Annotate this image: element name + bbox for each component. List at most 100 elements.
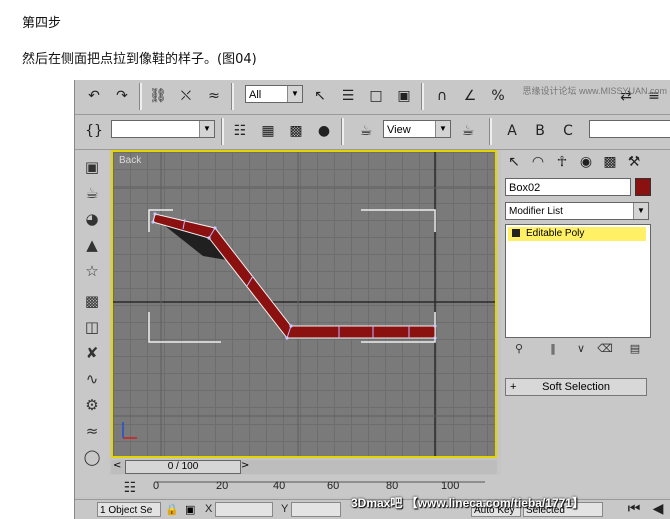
schematic-view-icon[interactable]: ▩ [285, 120, 307, 142]
left-tool-column: ▣ ☕ ◕ ▲ ☆ ▩ ◫ ✘ ∿ ⚙ ≈ ◯ [75, 150, 109, 495]
time-slider[interactable]: 0 / 100 [125, 460, 241, 474]
go-to-start-icon[interactable]: ⏮ [623, 498, 645, 519]
plane-tool-icon[interactable]: ▩ [81, 290, 103, 312]
capsule-tool-icon[interactable]: ✘ [81, 342, 103, 364]
angle-snap-icon[interactable]: ∠ [459, 85, 481, 107]
tick-label: 0 [153, 480, 160, 492]
viewport-canvas [113, 152, 495, 456]
region-select-icon[interactable]: □ [365, 85, 387, 107]
previous-frame-icon[interactable]: ◀ [647, 498, 669, 519]
tick-label: 60 [327, 480, 340, 492]
snap-toggle-icon[interactable]: ∩ [431, 85, 453, 107]
main-toolbar: ↶ ↷ ⛓ ⛌ ≈ All ▼ ↖ ☰ □ ▣ ∩ ∠ % ⇄ ≡ 思缘设计论坛… [75, 80, 670, 115]
modifier-stack: Editable Poly [505, 224, 651, 338]
configure-sets-icon[interactable]: ▤ [627, 342, 643, 358]
toolbar-divider [139, 83, 142, 110]
secondary-toolbar: {} ▼ ☷ ▦ ▩ ● ☕ View ▼ ☕ A B C [75, 115, 670, 150]
reference-coordinate-dropdown[interactable]: View ▼ [383, 120, 451, 138]
soft-selection-rollout[interactable]: + Soft Selection [505, 378, 647, 396]
step-description: 然后在侧面把点拉到像鞋的样子。(图04) [22, 52, 257, 67]
credit-watermark: 3Dmax吧 【www.lineca.com/tieba/1771】 [351, 496, 584, 510]
shoe-mesh [152, 213, 436, 339]
select-by-name-icon[interactable]: ☰ [337, 85, 359, 107]
expand-icon[interactable] [512, 229, 520, 238]
gear-icon[interactable]: ⚙ [81, 394, 103, 416]
create-tab-icon[interactable]: ↖ [503, 151, 525, 173]
particle-tool-icon[interactable]: ≈ [81, 420, 103, 442]
render-scene-icon[interactable]: ☕ [355, 120, 377, 142]
motion-tab-icon[interactable]: ◉ [575, 151, 597, 173]
x-label: X [205, 503, 213, 515]
ring-tool-icon[interactable]: ◯ [81, 446, 103, 468]
modifier-list-label: Modifier List [509, 206, 563, 217]
remove-modifier-icon[interactable]: ⌫ [597, 342, 613, 358]
plus-icon: + [510, 381, 517, 393]
max-screenshot: ↶ ↷ ⛓ ⛌ ≈ All ▼ ↖ ☰ □ ▣ ∩ ∠ % ⇄ ≡ 思缘设计论坛… [74, 80, 670, 519]
y-field[interactable] [291, 502, 341, 517]
cylinder-tool-icon[interactable]: ◫ [81, 316, 103, 338]
slider-right-arrow[interactable]: > [241, 460, 249, 471]
quick-render-icon[interactable]: ☕ [457, 120, 479, 142]
teapot-tool-icon[interactable]: ☕ [81, 182, 103, 204]
x-field[interactable] [215, 502, 273, 517]
track-view-icon[interactable]: ▦ [257, 120, 279, 142]
pin-stack-icon[interactable]: ⚲ [511, 342, 527, 358]
utilities-tab-icon[interactable]: ⚒ [623, 151, 645, 173]
undo-icon[interactable]: ↶ [83, 85, 105, 107]
track-ruler [155, 481, 485, 483]
select-object-icon[interactable]: ↖ [309, 85, 331, 107]
bracket-bottom-left [148, 312, 221, 343]
command-panel-tabs: ↖ ◠ ☥ ◉ ▩ ⚒ [501, 150, 670, 174]
hierarchy-tab-icon[interactable]: ☥ [551, 151, 573, 173]
render-b-icon[interactable]: B [529, 120, 551, 142]
tick-label: 100 [441, 480, 460, 492]
toolbar-divider [489, 118, 492, 145]
toolbar-extra-field[interactable] [589, 120, 670, 138]
toolbar-divider [341, 118, 344, 145]
bracket-top-right [361, 209, 436, 232]
redo-icon[interactable]: ↷ [111, 85, 133, 107]
percent-snap-icon[interactable]: % [487, 85, 509, 107]
link-icon[interactable]: ⛓ [147, 85, 169, 107]
stack-item-editable-poly[interactable]: Editable Poly [508, 227, 646, 241]
tick-label: 80 [386, 480, 399, 492]
display-tab-icon[interactable]: ▩ [599, 151, 621, 173]
track-bar-icon[interactable]: ☷ [119, 477, 141, 499]
modify-tab-icon[interactable]: ◠ [527, 151, 549, 173]
keyboard-shortcut-icon[interactable]: {} [83, 120, 105, 142]
object-color-swatch[interactable] [635, 178, 651, 196]
layer-manager-icon[interactable]: ☷ [229, 120, 251, 142]
toolbar-divider [421, 83, 424, 110]
star-tool-icon[interactable]: ☆ [81, 260, 103, 282]
unlink-icon[interactable]: ⛌ [175, 85, 197, 107]
absolute-mode-icon[interactable]: ▣ [185, 503, 195, 516]
selection-filter-dropdown[interactable]: All ▼ [245, 85, 303, 103]
lock-icon[interactable]: 🔒 [165, 503, 179, 516]
tick-label: 40 [273, 480, 286, 492]
named-selection-dropdown[interactable]: ▼ [111, 120, 215, 138]
chevron-down-icon: ▼ [287, 86, 302, 102]
box-tool-icon[interactable]: ▣ [81, 156, 103, 178]
hose-tool-icon[interactable]: ∿ [81, 368, 103, 390]
back-viewport[interactable]: Back [111, 150, 497, 458]
render-a-icon[interactable]: A [501, 120, 523, 142]
object-name-field[interactable]: Box02 [505, 178, 631, 196]
chevron-down-icon: ▼ [633, 203, 648, 219]
command-panel: ↖ ◠ ☥ ◉ ▩ ⚒ Box02 Modifier List ▼ Editab… [501, 150, 670, 495]
make-unique-icon[interactable]: ∨ [573, 342, 589, 358]
slider-left-arrow[interactable]: < [113, 460, 121, 471]
cone-tool-icon[interactable]: ▲ [81, 234, 103, 256]
watermark: 思缘设计论坛 www.MISSYUAN.com [522, 86, 667, 96]
y-label: Y [281, 503, 289, 515]
render-c-icon[interactable]: C [557, 120, 579, 142]
bind-spacewarp-icon[interactable]: ≈ [203, 85, 225, 107]
toolbar-divider [221, 118, 224, 145]
stack-toolbar: ⚲ ‖ ∨ ⌫ ▤ [505, 340, 649, 360]
material-editor-icon[interactable]: ● [313, 120, 335, 142]
show-end-result-icon[interactable]: ‖ [545, 342, 561, 358]
toolbar-divider [231, 83, 234, 110]
sphere-tool-icon[interactable]: ◕ [81, 208, 103, 230]
selection-filter-value: All [249, 89, 262, 101]
window-crossing-icon[interactable]: ▣ [393, 85, 415, 107]
modifier-list-dropdown[interactable]: Modifier List ▼ [505, 202, 649, 220]
